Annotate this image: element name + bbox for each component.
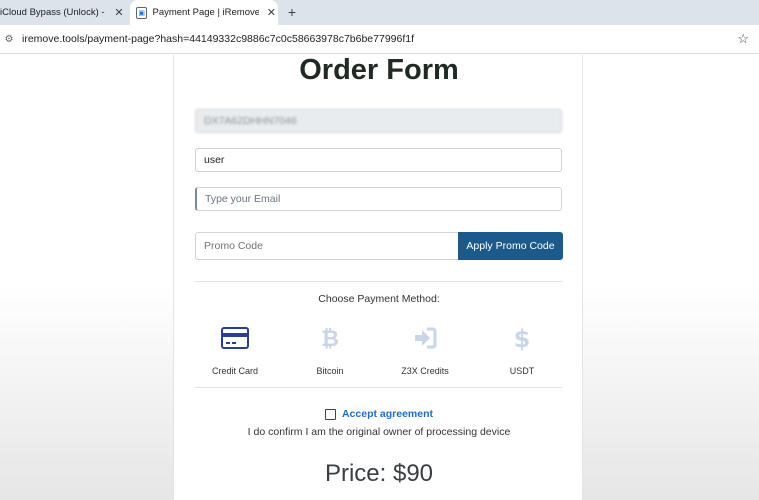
close-icon[interactable]: ✕: [112, 6, 126, 19]
tab-icloud-bypass[interactable]: iCloud Bypass (Unlock) - iRem ✕: [0, 0, 130, 25]
serial-number-field: [195, 109, 562, 133]
new-tab-button[interactable]: +: [282, 2, 302, 22]
apply-promo-button[interactable]: Apply Promo Code: [458, 232, 563, 260]
price-label: Price: $90: [324, 460, 434, 487]
credit-card-icon: [221, 327, 249, 349]
url-text[interactable]: iremove.tools/payment-page?hash=44149332…: [22, 33, 414, 45]
divider: [195, 387, 562, 388]
sign-in-icon: [415, 327, 437, 349]
payment-method-credit-card[interactable]: Credit Card: [190, 323, 280, 376]
payment-method-z3x-credits[interactable]: Z3X Credits: [380, 323, 470, 376]
name-field[interactable]: [195, 148, 562, 172]
page-title: Order Form: [299, 54, 459, 86]
svg-text:₿: ₿: [321, 327, 339, 352]
tab-payment-page[interactable]: ▣ Payment Page | iRemove.Tools ✕: [130, 0, 278, 25]
site-favicon-icon: ▣: [136, 6, 148, 19]
page-background: Order Form Apply Promo Code Choose Payme…: [0, 55, 759, 500]
payment-method-label-text: USDT: [509, 366, 535, 376]
agreement-confirm-text: I do confirm I am the original owner of …: [247, 426, 511, 438]
payment-method-label: Choose Payment Method:: [318, 293, 440, 305]
divider: [195, 281, 562, 282]
tab-title: Payment Page | iRemove.Tools: [152, 7, 259, 18]
tab-title: iCloud Bypass (Unlock) - iRem: [0, 7, 106, 18]
payment-method-bitcoin[interactable]: ₿ Bitcoin: [285, 323, 375, 376]
bookmark-star-icon[interactable]: ☆: [737, 31, 749, 47]
close-icon[interactable]: ✕: [265, 6, 278, 19]
tab-strip: iCloud Bypass (Unlock) - iRem ✕ ▣ Paymen…: [0, 0, 759, 25]
promo-code-input[interactable]: [195, 232, 459, 260]
payment-method-label-text: Credit Card: [211, 366, 258, 376]
email-field[interactable]: [195, 187, 562, 211]
payment-method-usdt[interactable]: $ USDT: [477, 323, 567, 376]
payment-method-label-text: Bitcoin: [316, 366, 344, 376]
site-settings-icon[interactable]: ⚙: [2, 34, 16, 45]
agreement-row: Accept agreement: [174, 408, 584, 420]
payment-method-label-text: Z3X Credits: [401, 366, 449, 376]
order-form-card: Order Form Apply Promo Code Choose Payme…: [173, 55, 583, 500]
bitcoin-icon: ₿: [321, 327, 339, 352]
agreement-checkbox[interactable]: [324, 408, 336, 420]
svg-text:$: $: [514, 325, 531, 352]
accept-agreement-link[interactable]: Accept agreement: [342, 408, 433, 420]
dollar-icon: $: [514, 325, 531, 352]
address-bar[interactable]: ⚙ iremove.tools/payment-page?hash=441493…: [0, 25, 759, 54]
